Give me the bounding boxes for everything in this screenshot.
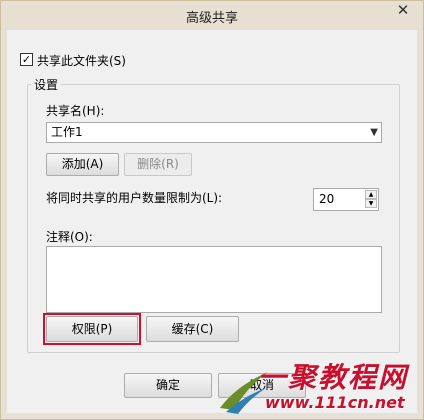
user-limit-spinner[interactable]: 20 ▲ ▼ bbox=[313, 188, 379, 211]
share-name-combobox[interactable]: 工作1 ▼ bbox=[46, 122, 382, 143]
user-limit-label: 将同时共享的用户数量限制为(L): bbox=[46, 191, 223, 205]
cache-button[interactable]: 缓存(C) bbox=[146, 316, 239, 342]
spin-up-icon[interactable]: ▲ bbox=[365, 190, 377, 199]
spin-down-icon[interactable]: ▼ bbox=[365, 199, 377, 208]
watermark-url: www.111cn.net bbox=[265, 393, 405, 412]
ok-button[interactable]: 确定 bbox=[124, 373, 212, 398]
window-title: 高级共享 bbox=[185, 11, 238, 26]
delete-button[interactable]: 删除(R) bbox=[124, 153, 192, 176]
settings-legend: 设置 bbox=[31, 76, 62, 93]
share-folder-checkbox[interactable]: ✓ bbox=[20, 53, 33, 66]
share-name-label: 共享名(H): bbox=[46, 104, 105, 118]
checkmark-icon: ✓ bbox=[21, 53, 32, 66]
comment-label: 注释(O): bbox=[46, 230, 93, 244]
permissions-highlight-box bbox=[43, 313, 141, 345]
chevron-down-icon[interactable]: ▼ bbox=[370, 123, 378, 142]
user-limit-value[interactable]: 20 bbox=[319, 189, 334, 210]
share-folder-label[interactable]: 共享此文件夹(S) bbox=[37, 52, 126, 69]
add-button[interactable]: 添加(A) bbox=[46, 153, 119, 176]
share-name-value: 工作1 bbox=[51, 125, 83, 139]
close-icon[interactable]: ✕ bbox=[389, 0, 417, 21]
watermark-brand: 一聚教程网 bbox=[258, 361, 409, 394]
comment-textarea[interactable] bbox=[46, 246, 382, 313]
